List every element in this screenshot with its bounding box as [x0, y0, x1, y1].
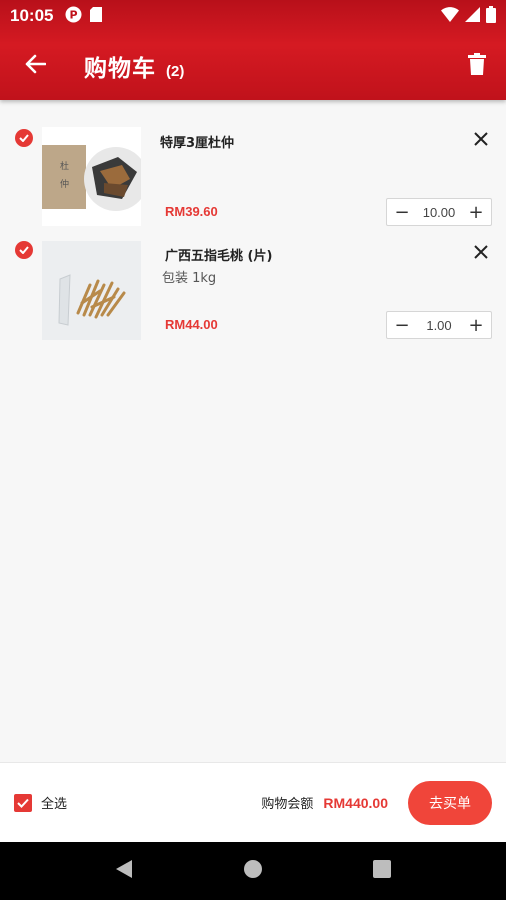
product-image[interactable]: 杜 仲 [42, 127, 141, 226]
product-image[interactable] [42, 241, 141, 340]
nav-recents-icon[interactable] [373, 860, 391, 882]
total-label: 购物会额 [261, 797, 314, 812]
close-icon [474, 131, 488, 150]
system-nav-bar [0, 842, 506, 900]
product-price: RM44.00 [165, 317, 218, 332]
cart-list: 杜 仲 特厚3厘杜仲 RM39.60 − 10.00 + 广西五指毛桃 (片) … [0, 100, 506, 340]
status-time: 10:05 [10, 6, 54, 25]
select-all-checkbox[interactable] [14, 793, 32, 812]
checkout-button[interactable]: 去买单 [408, 780, 492, 825]
nav-home-icon[interactable] [243, 859, 263, 883]
delete-button[interactable] [448, 32, 506, 100]
app-bar: 购物车 (2) [0, 32, 506, 100]
battery-icon [486, 5, 496, 27]
select-all-label[interactable]: 全选 [41, 793, 67, 812]
quantity-stepper: − 1.00 + [386, 311, 492, 339]
remove-item-button[interactable] [470, 242, 492, 264]
svg-text:仲: 仲 [60, 178, 69, 190]
checkout-bar: 全选 购物会额 RM440.00 去买单 [0, 762, 506, 842]
close-icon [474, 244, 488, 263]
cart-item: 广西五指毛桃 (片) 包装 1kg RM44.00 − 1.00 + [0, 214, 506, 340]
remove-item-button[interactable] [470, 129, 492, 151]
item-select-checkbox[interactable] [15, 241, 33, 259]
back-arrow-icon [24, 54, 47, 78]
decrement-button[interactable]: − [387, 311, 417, 339]
product-name[interactable]: 特厚3厘杜仲 [160, 132, 234, 151]
status-bar: 10:05 P [0, 0, 506, 32]
increment-button[interactable]: + [461, 311, 491, 339]
total-amount: RM440.00 [323, 794, 388, 811]
wifi-icon [441, 6, 459, 26]
product-name[interactable]: 广西五指毛桃 (片) [165, 245, 272, 264]
product-variant: 包装 1kg [162, 271, 217, 286]
item-select-checkbox[interactable] [15, 129, 33, 147]
back-button[interactable] [0, 32, 70, 100]
nav-back-icon[interactable] [115, 859, 133, 883]
notification-app-icon: P [65, 6, 82, 27]
app-header: 10:05 P 购物车 (2) [0, 0, 506, 100]
sim-card-icon [90, 6, 103, 26]
trash-icon [468, 53, 486, 79]
cart-count: (2) [166, 62, 185, 80]
cart-item: 杜 仲 特厚3厘杜仲 RM39.60 − 10.00 + [0, 100, 506, 226]
svg-text:P: P [70, 8, 78, 21]
svg-text:杜: 杜 [60, 160, 69, 172]
signal-icon [465, 6, 480, 26]
page-title: 购物车 [84, 56, 156, 82]
quantity-value[interactable]: 1.00 [417, 318, 461, 333]
